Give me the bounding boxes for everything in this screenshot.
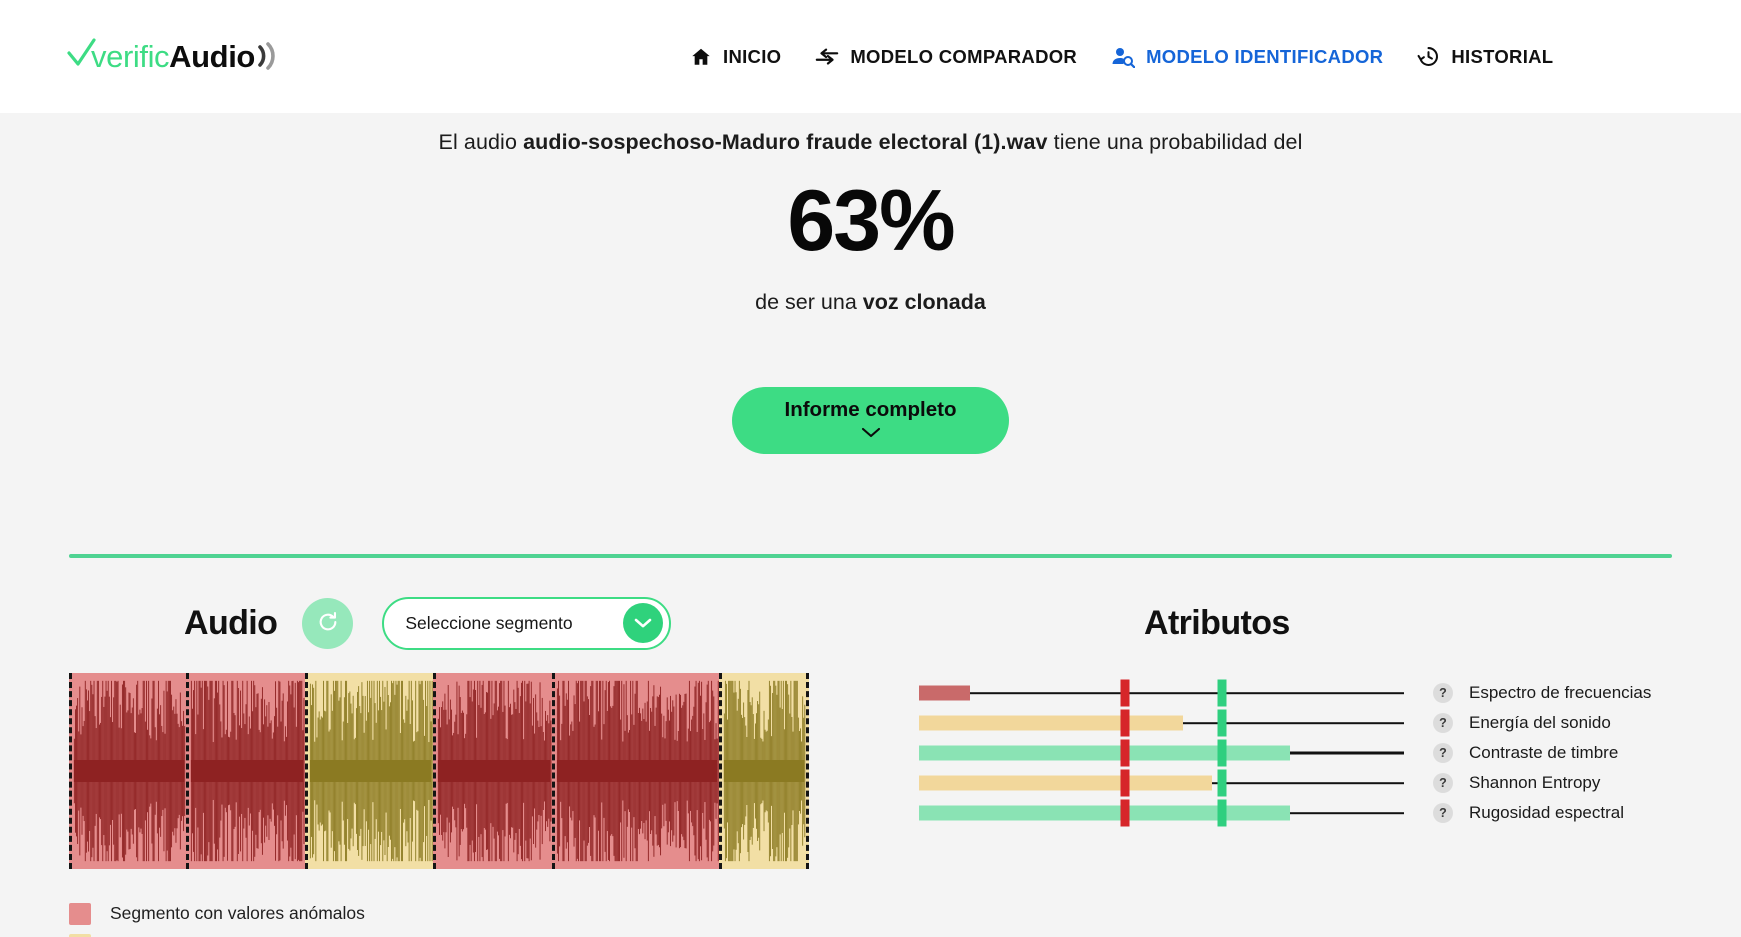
attribute-track [919, 768, 1404, 798]
attribute-row: ? Rugosidad espectral [919, 798, 1672, 828]
nav-item-modelo-identificador[interactable]: MODELO IDENTIFICADOR [1111, 46, 1383, 68]
attribute-track [919, 798, 1404, 828]
result-subtitle-emphasis: voz clonada [862, 290, 986, 314]
attribute-label: Rugosidad espectral [1469, 803, 1624, 822]
attribute-axis-line [919, 692, 1404, 694]
green-threshold-marker [1217, 769, 1227, 797]
attribute-help-icon[interactable]: ? [1433, 683, 1453, 703]
attribute-value-bar [919, 745, 1291, 761]
main-nav: INICIO MODELO COMPARADOR MODELO IDENTIFI… [690, 0, 1553, 113]
result-subtitle-prefix: de ser una [755, 290, 863, 314]
attribute-help-icon[interactable]: ? [1433, 773, 1453, 793]
green-threshold-marker [1217, 679, 1227, 707]
compare-arrows-icon [815, 46, 839, 68]
waveform-segment[interactable] [719, 673, 809, 869]
attribute-label: Contraste de timbre [1469, 743, 1619, 762]
waveform-legend: Segmento con valores anómalos Segmento co… [69, 898, 859, 937]
attribute-row: ? Espectro de frecuencias [919, 678, 1672, 708]
person-search-icon [1111, 46, 1136, 68]
audio-filename: audio-sospechoso-Maduro fraude electoral… [523, 130, 1048, 154]
result-subtitle: de ser una voz clonada [0, 290, 1741, 315]
waveform-segment[interactable] [186, 673, 308, 869]
nav-label-historial: HISTORIAL [1451, 45, 1554, 67]
legend-color-swatch [69, 902, 91, 925]
attribute-value-bar [919, 775, 1213, 791]
attribute-track [919, 738, 1404, 768]
result-sentence: El audio audio-sospechoso-Maduro fraude … [0, 113, 1741, 155]
legend-label: Segmento con valores anómalos [110, 903, 365, 923]
segment-select[interactable]: Seleccione segmento [382, 596, 672, 650]
informe-completo-label: Informe completo [784, 398, 957, 422]
app-logo[interactable]: verific Audio [66, 28, 280, 84]
attribute-help-icon[interactable]: ? [1433, 803, 1453, 823]
refresh-icon [317, 611, 339, 636]
segment-select-value: Seleccione segmento [405, 612, 573, 633]
attribute-track [919, 708, 1404, 738]
attributes-chart: ? Espectro de frecuencias? Energía del son… [919, 678, 1672, 828]
attribute-label: Espectro de frecuencias [1469, 683, 1652, 702]
attributes-panel: Atributos ? Espectro de frecuencias? Energ… [859, 592, 1672, 937]
top-navigation-bar: verific Audio INICIO MODELO COMPARADOR M… [0, 0, 1741, 113]
audio-waveform[interactable] [69, 673, 824, 869]
result-suffix: tiene una probabilidad del [1047, 130, 1303, 154]
nav-label-inicio: INICIO [723, 45, 782, 67]
nav-item-inicio[interactable]: INICIO [690, 46, 781, 68]
nav-label-modelo-comparador: MODELO COMPARADOR [850, 45, 1078, 67]
red-threshold-marker [1120, 679, 1130, 707]
attribute-row: ? Contraste de timbre [919, 738, 1672, 768]
red-threshold-marker [1120, 709, 1130, 737]
probability-percentage: 63% [787, 173, 955, 269]
attribute-value-bar [919, 715, 1184, 731]
legend-color-swatch [69, 933, 91, 937]
nav-item-historial[interactable]: HISTORIAL [1417, 45, 1553, 68]
waveform-segment[interactable] [433, 673, 555, 869]
nav-label-modelo-identificador: MODELO IDENTIFICADOR [1146, 45, 1384, 67]
red-threshold-marker [1120, 739, 1130, 767]
attribute-value-bar [919, 805, 1291, 821]
red-threshold-marker [1120, 769, 1130, 797]
green-threshold-marker [1217, 739, 1227, 767]
attribute-help-icon[interactable]: ? [1433, 713, 1453, 733]
waveform-segment[interactable] [69, 673, 189, 869]
nav-item-modelo-comparador[interactable]: MODELO COMPARADOR [815, 46, 1077, 68]
history-clock-icon [1417, 45, 1440, 68]
home-icon [690, 46, 712, 68]
waveform-segment[interactable] [305, 673, 436, 869]
green-threshold-marker [1217, 709, 1227, 737]
attribute-value-bar [919, 685, 970, 701]
chevron-down-icon [861, 426, 881, 441]
legend-item: Segmento con valores mixtos [69, 929, 859, 937]
attribute-row: ? Shannon Entropy [919, 768, 1672, 798]
audio-panel-title: Audio [184, 603, 278, 642]
informe-completo-button[interactable]: Informe completo [732, 387, 1009, 454]
attribute-row: ? Energía del sonido [919, 708, 1672, 738]
legend-item: Segmento con valores anómalos [69, 898, 859, 929]
result-prefix: El audio [438, 130, 524, 154]
sound-waves-icon [256, 40, 280, 72]
waveform-segment[interactable] [552, 673, 722, 869]
red-threshold-marker [1120, 799, 1130, 827]
analysis-panels: Audio Seleccione segmento Segmento con v… [0, 592, 1741, 937]
attribute-label: Shannon Entropy [1469, 773, 1601, 792]
attributes-panel-title: Atributos [1144, 603, 1290, 642]
audio-panel: Audio Seleccione segmento Segmento con v… [69, 592, 859, 937]
result-hero: El audio audio-sospechoso-Maduro fraude … [0, 113, 1741, 558]
audio-panel-header: Audio Seleccione segmento [69, 592, 859, 654]
green-threshold-marker [1217, 799, 1227, 827]
attribute-track [919, 678, 1404, 708]
attribute-label: Energía del sonido [1469, 713, 1611, 732]
section-divider [69, 554, 1672, 558]
logo-text-audio: Audio [169, 38, 255, 74]
attribute-help-icon[interactable]: ? [1433, 743, 1453, 763]
attributes-panel-header: Atributos [919, 592, 1672, 654]
logo-text-verific: verific [91, 38, 170, 74]
chevron-down-icon[interactable] [623, 603, 664, 643]
refresh-button[interactable] [302, 597, 354, 649]
